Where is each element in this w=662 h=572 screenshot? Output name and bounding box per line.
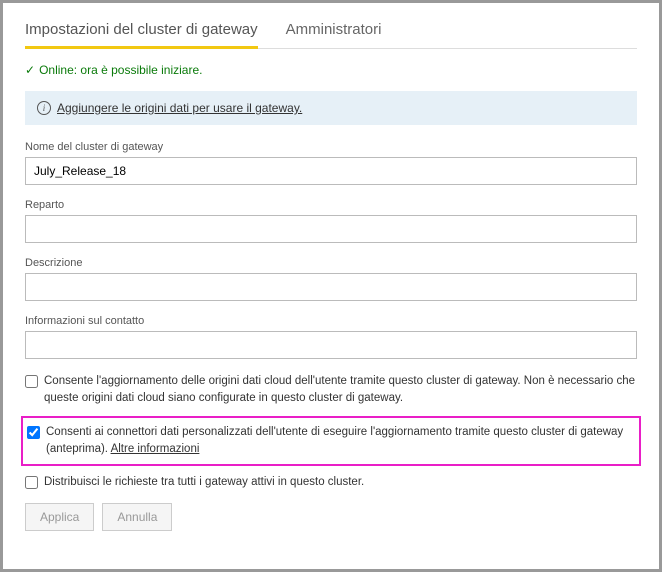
tab-settings[interactable]: Impostazioni del cluster di gateway — [25, 21, 258, 49]
checkbox-allow-cloud: Consente l'aggiornamento delle origini d… — [25, 373, 637, 408]
contact-input[interactable] — [25, 331, 637, 359]
apply-button[interactable]: Applica — [25, 503, 94, 531]
allow-cloud-label: Consente l'aggiornamento delle origini d… — [44, 373, 637, 408]
status-line: ✓ Online: ora è possibile iniziare. — [25, 63, 637, 77]
highlighted-option: Consenti ai connettori dati personalizza… — [21, 416, 641, 467]
tabs-bar: Impostazioni del cluster di gateway Ammi… — [25, 21, 637, 49]
distribute-checkbox[interactable] — [25, 476, 38, 489]
field-contact: Informazioni sul contatto — [25, 315, 637, 359]
allow-connectors-checkbox[interactable] — [27, 426, 40, 439]
description-input[interactable] — [25, 273, 637, 301]
info-banner: i Aggiungere le origini dati per usare i… — [25, 91, 637, 125]
distribute-label: Distribuisci le richieste tra tutti i ga… — [44, 474, 364, 491]
department-label: Reparto — [25, 199, 637, 211]
learn-more-link[interactable]: Altre informazioni — [111, 443, 200, 455]
cluster-name-label: Nome del cluster di gateway — [25, 141, 637, 153]
check-icon: ✓ — [25, 63, 35, 77]
contact-label: Informazioni sul contatto — [25, 315, 637, 327]
status-text: Online: ora è possibile iniziare. — [39, 63, 202, 77]
checkbox-allow-connectors: Consenti ai connettori dati personalizza… — [27, 424, 635, 459]
description-label: Descrizione — [25, 257, 637, 269]
button-row: Applica Annulla — [25, 503, 637, 531]
info-icon: i — [37, 101, 51, 115]
cancel-button[interactable]: Annulla — [102, 503, 172, 531]
checkbox-distribute: Distribuisci le richieste tra tutti i ga… — [25, 474, 637, 491]
tab-admins[interactable]: Amministratori — [286, 21, 382, 49]
field-department: Reparto — [25, 199, 637, 243]
add-data-sources-link[interactable]: Aggiungere le origini dati per usare il … — [57, 101, 302, 115]
cluster-name-input[interactable] — [25, 157, 637, 185]
allow-cloud-checkbox[interactable] — [25, 375, 38, 388]
field-description: Descrizione — [25, 257, 637, 301]
department-input[interactable] — [25, 215, 637, 243]
allow-connectors-label: Consenti ai connettori dati personalizza… — [46, 424, 635, 459]
field-cluster-name: Nome del cluster di gateway — [25, 141, 637, 185]
